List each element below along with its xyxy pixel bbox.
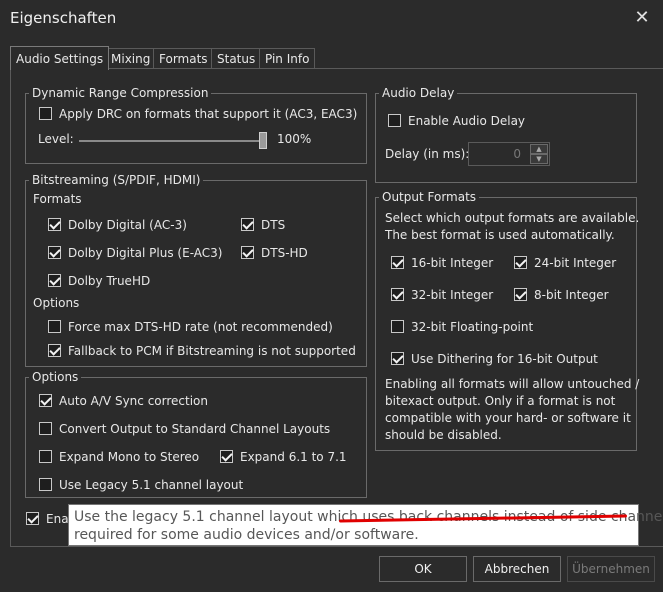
close-icon[interactable]: ✕ xyxy=(630,6,654,30)
int8-checkbox[interactable] xyxy=(514,288,527,301)
tab-pin-info[interactable]: Pin Info xyxy=(259,48,316,68)
dolby-truehd-checkbox[interactable] xyxy=(48,274,61,287)
enable-audio-delay-label: Enable Audio Delay xyxy=(408,114,526,128)
spin-up-icon[interactable]: ▲ xyxy=(530,144,548,154)
dts-hd-checkbox[interactable] xyxy=(241,246,254,259)
output-formats-note-2: bitexact output. Only if a format is not xyxy=(385,394,616,408)
formats-heading: Formats xyxy=(33,192,82,206)
expand-61-label: Expand 6.1 to 7.1 xyxy=(240,450,347,464)
bitstreaming-group-label: Bitstreaming (S/PDIF, HDMI) xyxy=(29,173,204,187)
tooltip-line-2: required for some audio devices and/or s… xyxy=(74,527,419,543)
output-formats-note-1: Enabling all formats will allow untouche… xyxy=(385,377,640,391)
drc-level-slider-track[interactable] xyxy=(79,140,265,142)
output-formats-desc-2: The best format is used automatically. xyxy=(385,228,615,242)
tooltip: Use the legacy 5.1 channel layout which … xyxy=(68,504,663,546)
force-dts-hd-label: Force max DTS-HD rate (not recommended) xyxy=(68,320,333,334)
convert-output-label: Convert Output to Standard Channel Layou… xyxy=(59,422,331,436)
enable-audio-delay-checkbox[interactable] xyxy=(388,114,401,127)
audio-delay-group xyxy=(375,93,637,183)
int32-checkbox[interactable] xyxy=(391,288,404,301)
auto-av-sync-label: Auto A/V Sync correction xyxy=(59,394,208,408)
audio-delay-group-label: Audio Delay xyxy=(379,86,458,100)
legacy-51-label: Use Legacy 5.1 channel layout xyxy=(59,478,244,492)
apply-drc-label: Apply DRC on formats that support it (AC… xyxy=(59,107,358,121)
legacy-51-checkbox[interactable] xyxy=(39,478,52,491)
expand-mono-checkbox[interactable] xyxy=(39,450,52,463)
partial-bottom-checkbox[interactable] xyxy=(26,512,39,525)
int8-label: 8-bit Integer xyxy=(534,288,609,302)
tab-mixing[interactable]: Mixing xyxy=(105,48,157,68)
fallback-pcm-label: Fallback to PCM if Bitstreaming is not s… xyxy=(68,344,356,358)
float32-label: 32-bit Floating-point xyxy=(411,320,534,334)
drc-level-label: Level: xyxy=(38,132,74,146)
expand-mono-label: Expand Mono to Stereo xyxy=(59,450,200,464)
tab-audio-settings[interactable]: Audio Settings xyxy=(10,46,110,70)
tab-status[interactable]: Status xyxy=(211,48,262,68)
drc-group-label: Dynamic Range Compression xyxy=(29,86,212,100)
dts-label: DTS xyxy=(261,218,286,232)
int24-label: 24-bit Integer xyxy=(534,256,617,270)
tab-formats[interactable]: Formats xyxy=(153,48,214,68)
output-formats-note-3: compatible with your hard- or software i… xyxy=(385,411,631,425)
apply-button[interactable]: Übernehmen xyxy=(567,556,655,582)
force-dts-hd-checkbox[interactable] xyxy=(48,320,61,333)
dts-hd-label: DTS-HD xyxy=(261,246,308,260)
apply-drc-checkbox[interactable] xyxy=(39,107,52,120)
delay-ms-value: 0 xyxy=(513,147,521,161)
cancel-button[interactable]: Abbrechen xyxy=(473,556,561,582)
int16-label: 16-bit Integer xyxy=(411,256,494,270)
float32-checkbox[interactable] xyxy=(391,320,404,333)
dolby-digital-plus-label: Dolby Digital Plus (E-AC3) xyxy=(68,246,223,260)
output-formats-desc-1: Select which output formats are availabl… xyxy=(385,211,640,225)
expand-61-checkbox[interactable] xyxy=(220,450,233,463)
convert-output-checkbox[interactable] xyxy=(39,422,52,435)
delay-ms-spinbox[interactable]: 0 ▲ ▼ xyxy=(468,142,550,166)
window-title: Eigenschaften xyxy=(10,9,117,27)
auto-av-sync-checkbox[interactable] xyxy=(39,394,52,407)
drc-level-value: 100% xyxy=(277,132,312,146)
drc-group xyxy=(25,93,367,164)
output-formats-note-4: should be disabled. xyxy=(385,428,502,442)
dolby-digital-plus-checkbox[interactable] xyxy=(48,246,61,259)
bitstream-options-heading: Options xyxy=(33,296,80,310)
int32-label: 32-bit Integer xyxy=(411,288,494,302)
fallback-pcm-checkbox[interactable] xyxy=(48,344,61,357)
dolby-digital-label: Dolby Digital (AC-3) xyxy=(68,218,187,232)
dts-checkbox[interactable] xyxy=(241,218,254,231)
dithering-checkbox[interactable] xyxy=(391,352,404,365)
options-group-label: Options xyxy=(29,370,82,384)
delay-ms-label: Delay (in ms): xyxy=(385,147,470,161)
dolby-truehd-label: Dolby TrueHD xyxy=(68,274,151,288)
dolby-digital-checkbox[interactable] xyxy=(48,218,61,231)
ok-button[interactable]: OK xyxy=(379,556,467,582)
int24-checkbox[interactable] xyxy=(514,256,527,269)
int16-checkbox[interactable] xyxy=(391,256,404,269)
spin-down-icon[interactable]: ▼ xyxy=(530,154,548,164)
drc-level-slider-thumb[interactable] xyxy=(259,132,267,149)
output-formats-group-label: Output Formats xyxy=(379,190,480,204)
dithering-label: Use Dithering for 16-bit Output xyxy=(411,352,598,366)
